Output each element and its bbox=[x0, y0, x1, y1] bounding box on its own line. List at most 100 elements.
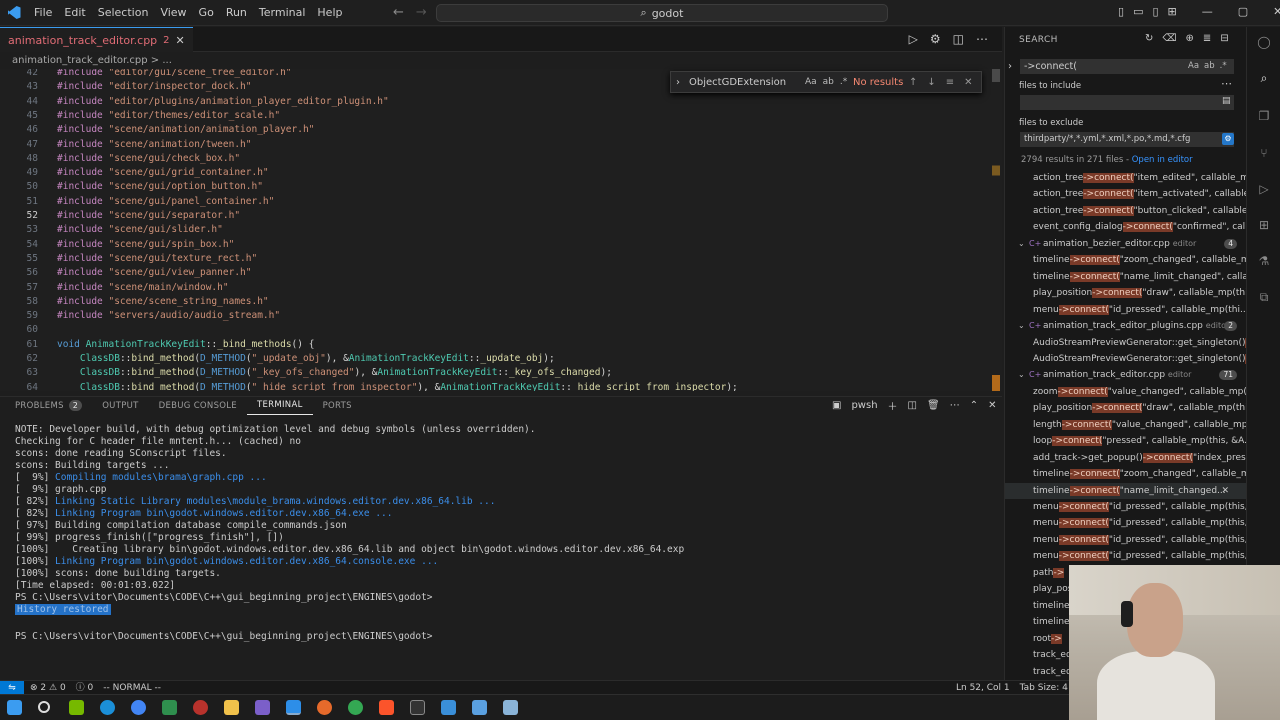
result-match[interactable]: play_position->connect("draw", callable_… bbox=[1005, 285, 1246, 301]
extensions-icon[interactable]: ⊞ bbox=[1257, 218, 1271, 232]
result-match[interactable]: AudioStreamPreviewGenerator::get_singlet… bbox=[1005, 335, 1246, 351]
result-file-group[interactable]: ⌄ C+ animation_track_editor_plugins.cpp ed… bbox=[1005, 318, 1246, 334]
vscode-taskbar-icon[interactable] bbox=[286, 700, 301, 715]
settings-gear-icon[interactable]: ⚙ bbox=[930, 32, 941, 46]
breadcrumb[interactable]: animation_track_editor.cpp > ... bbox=[0, 53, 1002, 69]
shell-name[interactable]: pwsh bbox=[851, 400, 877, 411]
edge-icon[interactable] bbox=[100, 700, 115, 715]
match-case-toggle[interactable]: Aa bbox=[805, 77, 817, 87]
split-editor-icon[interactable]: ◫ bbox=[953, 32, 964, 46]
close-window-button[interactable]: ✕ bbox=[1273, 5, 1280, 18]
code-editor[interactable]: 42 #include "editor/gui/scene_tree_editor… bbox=[0, 69, 1002, 391]
result-file-group[interactable]: ⌄ C+ animation_track_editor.cpp editor 71 bbox=[1005, 367, 1246, 383]
forward-arrow-icon[interactable]: → bbox=[416, 5, 427, 20]
result-match[interactable]: menu->connect("id_pressed", callable_mp(… bbox=[1005, 302, 1246, 318]
regex-toggle[interactable]: .* bbox=[1220, 59, 1227, 74]
nvidia-icon[interactable] bbox=[69, 700, 84, 715]
result-match[interactable]: action_tree->connect("item_edited", call… bbox=[1005, 170, 1246, 186]
dismiss-result-icon[interactable]: ✕ bbox=[1221, 483, 1229, 499]
remote-indicator-icon[interactable]: ⇋ bbox=[0, 681, 24, 695]
refresh-icon[interactable]: ↻ bbox=[1145, 33, 1153, 44]
toggle-sidebar-icon[interactable]: ▯ bbox=[1118, 5, 1124, 18]
menu-item-file[interactable]: File bbox=[28, 0, 58, 26]
whole-word-toggle[interactable]: ab bbox=[823, 77, 834, 87]
result-match[interactable]: menu->connect("id_pressed", callable_mp(… bbox=[1005, 499, 1246, 515]
menu-item-edit[interactable]: Edit bbox=[58, 0, 91, 26]
result-match[interactable]: length->connect("value_changed", callabl… bbox=[1005, 417, 1246, 433]
find-input[interactable]: ObjectGDExtension bbox=[685, 77, 805, 88]
result-match[interactable]: timeline->connect("name_limit_changed...… bbox=[1005, 482, 1246, 499]
menu-item-selection[interactable]: Selection bbox=[92, 0, 155, 26]
tab-terminal[interactable]: TERMINAL bbox=[246, 397, 313, 415]
result-match[interactable]: play_position->connect("draw", callable_… bbox=[1005, 400, 1246, 416]
tab-output[interactable]: OUTPUT bbox=[92, 397, 148, 415]
accounts-icon[interactable]: ◯ bbox=[1257, 35, 1271, 49]
menu-item-run[interactable]: Run bbox=[220, 0, 253, 26]
result-match[interactable]: timeline->connect("zoom_changed", callab… bbox=[1005, 466, 1246, 482]
maximize-panel-icon[interactable]: ⌃ bbox=[970, 400, 978, 411]
chevron-down-icon[interactable]: ⌄ bbox=[1018, 367, 1025, 383]
result-match[interactable]: zoom->connect("value_changed", callable_… bbox=[1005, 384, 1246, 400]
toggle-replace-icon[interactable]: › bbox=[671, 77, 685, 88]
split-terminal-icon[interactable]: ◫ bbox=[908, 400, 917, 411]
brave-icon[interactable] bbox=[379, 700, 394, 715]
back-arrow-icon[interactable]: ← bbox=[393, 5, 404, 20]
run-icon[interactable]: ▷ bbox=[909, 32, 918, 46]
tab-debug-console[interactable]: DEBUG CONSOLE bbox=[149, 397, 247, 415]
minimize-button[interactable]: — bbox=[1202, 5, 1213, 18]
chevron-down-icon[interactable]: ⌄ bbox=[1018, 318, 1025, 334]
editor-tab[interactable]: animation_track_editor.cpp 2 ✕ bbox=[0, 27, 193, 52]
indentation[interactable]: Tab Size: 4 bbox=[1020, 681, 1068, 695]
chrome-alt-icon[interactable] bbox=[348, 700, 363, 715]
menu-item-view[interactable]: View bbox=[154, 0, 192, 26]
whole-word-toggle[interactable]: ab bbox=[1204, 59, 1215, 74]
explorer-icon[interactable]: ❐ bbox=[1257, 109, 1271, 123]
terminal-app-icon[interactable] bbox=[410, 700, 425, 715]
toggle-panel-icon[interactable]: ▭ bbox=[1133, 5, 1143, 18]
result-match[interactable]: add_track->get_popup()->connect("index_p… bbox=[1005, 450, 1246, 466]
testing-icon[interactable]: ⚗ bbox=[1257, 254, 1271, 268]
app-icon[interactable] bbox=[472, 700, 487, 715]
result-match[interactable]: action_tree->connect("item_activated", c… bbox=[1005, 186, 1246, 202]
more-actions-icon[interactable]: ⋯ bbox=[950, 400, 960, 411]
run-debug-icon[interactable]: ▷ bbox=[1257, 182, 1271, 196]
new-terminal-icon[interactable]: ＋ bbox=[888, 398, 898, 413]
file-explorer-icon[interactable] bbox=[224, 700, 239, 715]
result-match[interactable]: action_tree->connect("button_clicked", c… bbox=[1005, 203, 1246, 219]
open-in-editor-link[interactable]: Open in editor bbox=[1132, 155, 1193, 165]
command-center-search[interactable]: ⌕ godot bbox=[436, 4, 888, 22]
result-match[interactable]: loop->connect("pressed", callable_mp(thi… bbox=[1005, 433, 1246, 449]
remote-explorer-icon[interactable]: ⧉ bbox=[1257, 290, 1271, 304]
clear-results-icon[interactable]: ⌫ bbox=[1162, 33, 1176, 44]
source-control-icon[interactable]: ⑂ bbox=[1257, 146, 1271, 160]
result-file-group[interactable]: ⌄ C+ animation_bezier_editor.cpp editor 4 bbox=[1005, 236, 1246, 252]
more-actions-icon[interactable]: ⋯ bbox=[976, 32, 988, 46]
match-case-toggle[interactable]: Aa bbox=[1188, 59, 1199, 74]
close-icon[interactable]: ✕ bbox=[176, 34, 185, 47]
next-match-icon[interactable]: ↓ bbox=[927, 77, 935, 88]
result-match[interactable]: AudioStreamPreviewGenerator::get_singlet… bbox=[1005, 351, 1246, 367]
view-as-tree-icon[interactable]: ≣ bbox=[1203, 33, 1211, 44]
record-icon[interactable] bbox=[193, 700, 208, 715]
neovim-icon[interactable] bbox=[162, 700, 177, 715]
tab-ports[interactable]: PORTS bbox=[313, 397, 362, 415]
search-icon[interactable]: ⌕ bbox=[1257, 71, 1271, 85]
errors-status[interactable]: ⊗ 2 ⚠ 0 bbox=[30, 681, 66, 695]
result-match[interactable]: timeline->connect("zoom_changed", callab… bbox=[1005, 252, 1246, 268]
regex-toggle[interactable]: .* bbox=[840, 77, 847, 87]
customize-layout-icon[interactable]: ⊞ bbox=[1168, 5, 1177, 18]
files-to-exclude-input[interactable]: thirdparty/*,*.yml,*.xml,*.po,*.md,*.cfg bbox=[1020, 132, 1234, 147]
minimap-scroll-indicator[interactable] bbox=[992, 69, 1000, 391]
use-exclude-settings-icon[interactable]: ⚙ bbox=[1222, 133, 1234, 145]
result-match[interactable]: menu->connect("id_pressed", callable_mp(… bbox=[1005, 515, 1246, 531]
result-match[interactable]: menu->connect("id_pressed", callable_mp(… bbox=[1005, 548, 1246, 564]
find-in-selection-icon[interactable]: ≡ bbox=[946, 77, 954, 88]
chevron-down-icon[interactable]: ⌄ bbox=[1018, 236, 1025, 252]
info-status[interactable]: ⓘ 0 bbox=[76, 681, 94, 695]
terminal-output[interactable]: NOTE: Developer build, with debug optimi… bbox=[0, 424, 1002, 674]
toggle-secondary-sidebar-icon[interactable]: ▯ bbox=[1152, 5, 1158, 18]
close-find-icon[interactable]: ✕ bbox=[964, 77, 972, 88]
result-match[interactable]: event_config_dialog->connect("confirmed"… bbox=[1005, 219, 1246, 235]
files-to-include-input[interactable] bbox=[1020, 95, 1234, 110]
menu-item-terminal[interactable]: Terminal bbox=[253, 0, 312, 26]
